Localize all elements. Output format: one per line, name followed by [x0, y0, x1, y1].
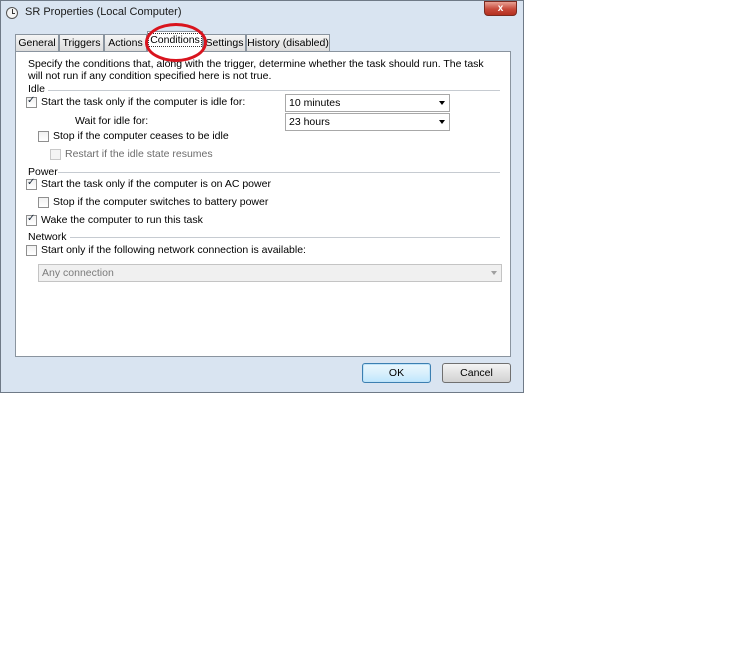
chevron-down-icon [491, 271, 497, 275]
stop-if-not-idle-label: Stop if the computer ceases to be idle [53, 130, 229, 142]
network-connection-select[interactable]: Any connection [38, 264, 502, 282]
tab-settings[interactable]: Settings [203, 34, 246, 51]
tab-triggers[interactable]: Triggers [59, 34, 104, 51]
start-if-network-label: Start only if the following network conn… [41, 244, 306, 256]
idle-duration-select[interactable]: 10 minutes [285, 94, 450, 112]
chevron-down-icon [439, 120, 445, 124]
stop-on-battery-label: Stop if the computer switches to battery… [53, 196, 269, 208]
idle-group-label: Idle [28, 83, 45, 95]
tab-actions[interactable]: Actions [104, 34, 147, 51]
restart-if-idle-checkbox[interactable] [50, 149, 61, 160]
wake-checkbox[interactable] [26, 213, 37, 226]
close-button[interactable]: x [484, 1, 517, 16]
tab-general[interactable]: General [15, 34, 59, 51]
start-if-idle-checkbox[interactable] [26, 95, 37, 108]
network-divider [70, 237, 500, 238]
cancel-button[interactable]: Cancel [442, 363, 511, 383]
wait-label: Wait for idle for: [75, 115, 149, 127]
window-title: SR Properties (Local Computer) [25, 6, 182, 18]
chevron-down-icon [439, 101, 445, 105]
annotation-circle [145, 23, 207, 62]
title-bar[interactable]: SR Properties (Local Computer) x [1, 1, 523, 27]
conditions-panel: Specify the conditions that, along with … [15, 51, 511, 357]
clock-icon [6, 7, 18, 19]
network-group-label: Network [28, 231, 67, 243]
idle-divider [48, 90, 500, 91]
properties-window: SR Properties (Local Computer) x General… [0, 0, 524, 393]
tab-history[interactable]: History (disabled) [246, 34, 330, 51]
description-text: Specify the conditions that, along with … [28, 58, 484, 82]
ok-button[interactable]: OK [362, 363, 431, 383]
start-if-idle-label: Start the task only if the computer is i… [41, 96, 246, 108]
wait-duration-select[interactable]: 23 hours [285, 113, 450, 131]
restart-if-idle-label: Restart if the idle state resumes [65, 148, 213, 160]
ac-power-checkbox[interactable] [26, 177, 37, 190]
power-divider [58, 172, 500, 173]
ac-power-label: Start the task only if the computer is o… [41, 178, 271, 190]
start-if-network-checkbox[interactable] [26, 245, 37, 256]
stop-if-not-idle-checkbox[interactable] [38, 131, 49, 142]
stop-on-battery-checkbox[interactable] [38, 197, 49, 208]
wake-label: Wake the computer to run this task [41, 214, 203, 226]
